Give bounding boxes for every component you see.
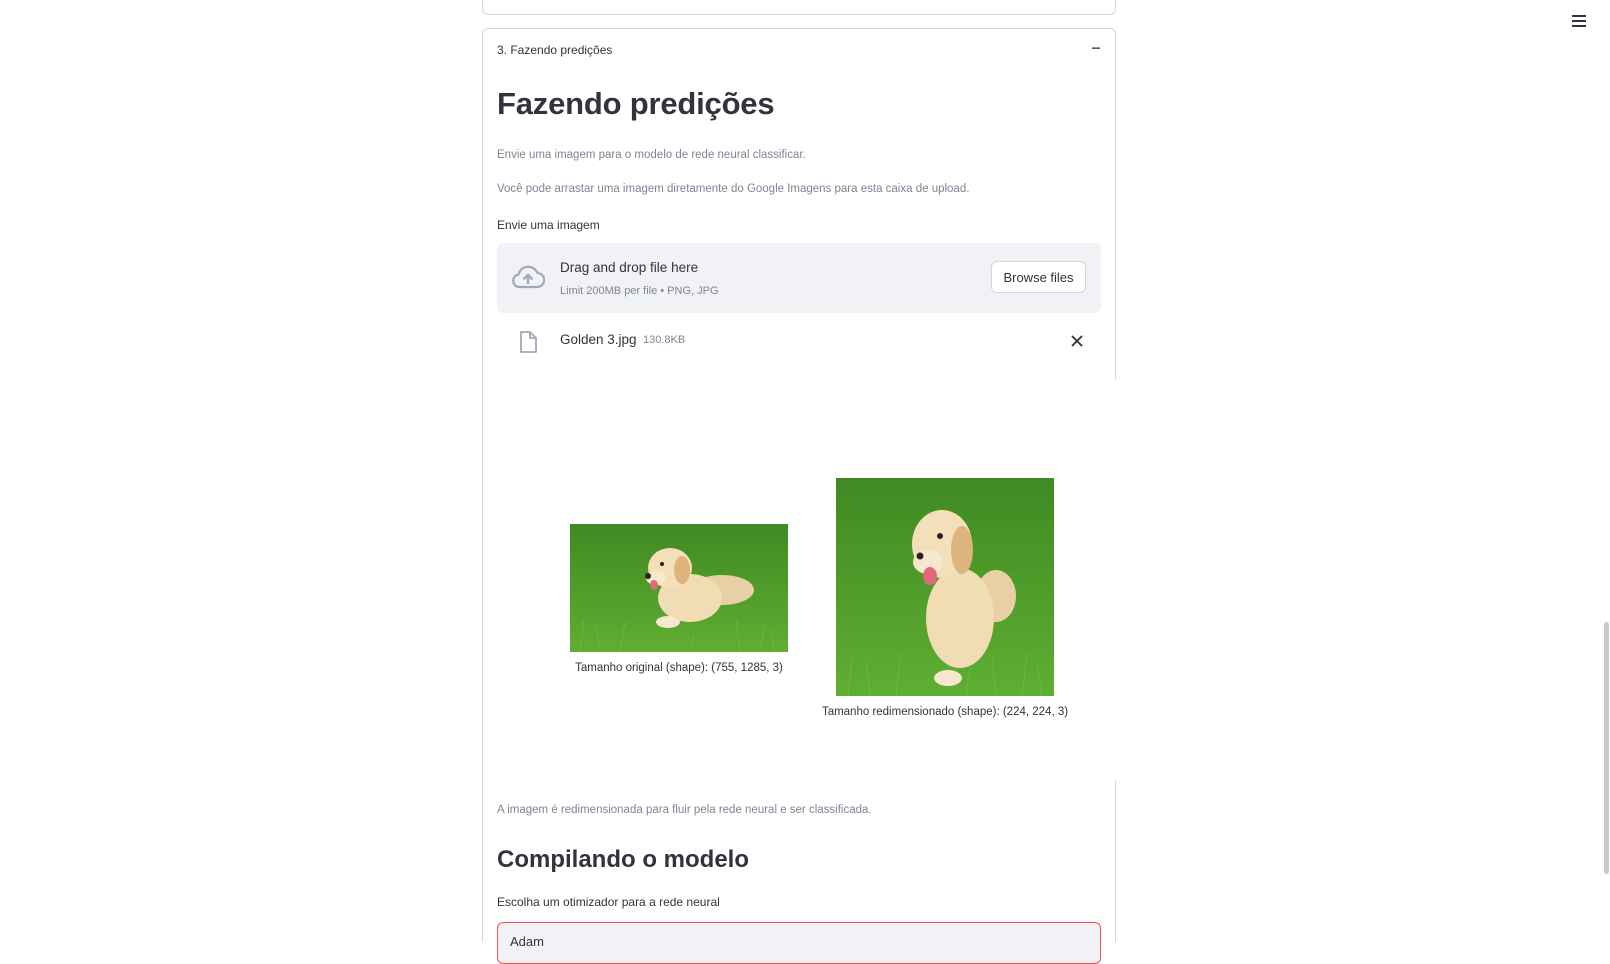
original-image-caption: Tamanho original (shape): (755, 1285, 3) [575, 662, 783, 674]
file-dropzone[interactable]: Drag and drop file here Limit 200MB per … [497, 243, 1101, 313]
golden-puppy-image [570, 524, 788, 652]
file-icon [520, 331, 537, 353]
file-limit-text: Limit 200MB per file • PNG, JPG [560, 285, 719, 297]
file-name: Golden 3.jpg [560, 332, 637, 347]
optimizer-select[interactable]: Adam [497, 922, 1101, 964]
drag-drop-text: Drag and drop file here [560, 260, 699, 275]
scrollbar-thumb[interactable] [1604, 622, 1609, 874]
previous-expander [482, 0, 1116, 15]
section-title-compile: Compilando o modelo [497, 846, 749, 873]
upload-label: Envie uma imagem [497, 218, 600, 232]
expander-left-border [482, 378, 483, 942]
expander-right-border [1115, 781, 1116, 942]
cloud-upload-icon [512, 265, 545, 289]
browse-files-button[interactable]: Browse files [991, 261, 1086, 293]
close-icon [1071, 335, 1083, 347]
golden-puppy-resized-image [836, 478, 1054, 696]
expander-header-label[interactable]: 3. Fazendo predições [497, 43, 612, 57]
caption-resize-explanation: A imagem é redimensionada para fluir pel… [497, 804, 872, 816]
remove-file-button[interactable] [1068, 332, 1086, 350]
file-size: 130.8KB [643, 334, 686, 346]
caption-upload-instructions: Envie uma imagem para o modelo de rede n… [497, 149, 806, 161]
collapse-icon[interactable] [1088, 40, 1104, 56]
main-menu-button[interactable] [1566, 10, 1592, 32]
page-title: Fazendo predições [497, 86, 775, 121]
original-image [570, 524, 788, 652]
uploaded-file-row: Golden 3.jpg 130.8KB [497, 325, 1101, 357]
resized-image [836, 478, 1054, 696]
caption-drag-tip: Você pode arrastar uma imagem diretament… [497, 183, 970, 195]
optimizer-label: Escolha um otimizador para a rede neural [497, 895, 720, 909]
hamburger-icon [1572, 15, 1586, 27]
resized-image-caption: Tamanho redimensionado (shape): (224, 22… [821, 706, 1069, 718]
